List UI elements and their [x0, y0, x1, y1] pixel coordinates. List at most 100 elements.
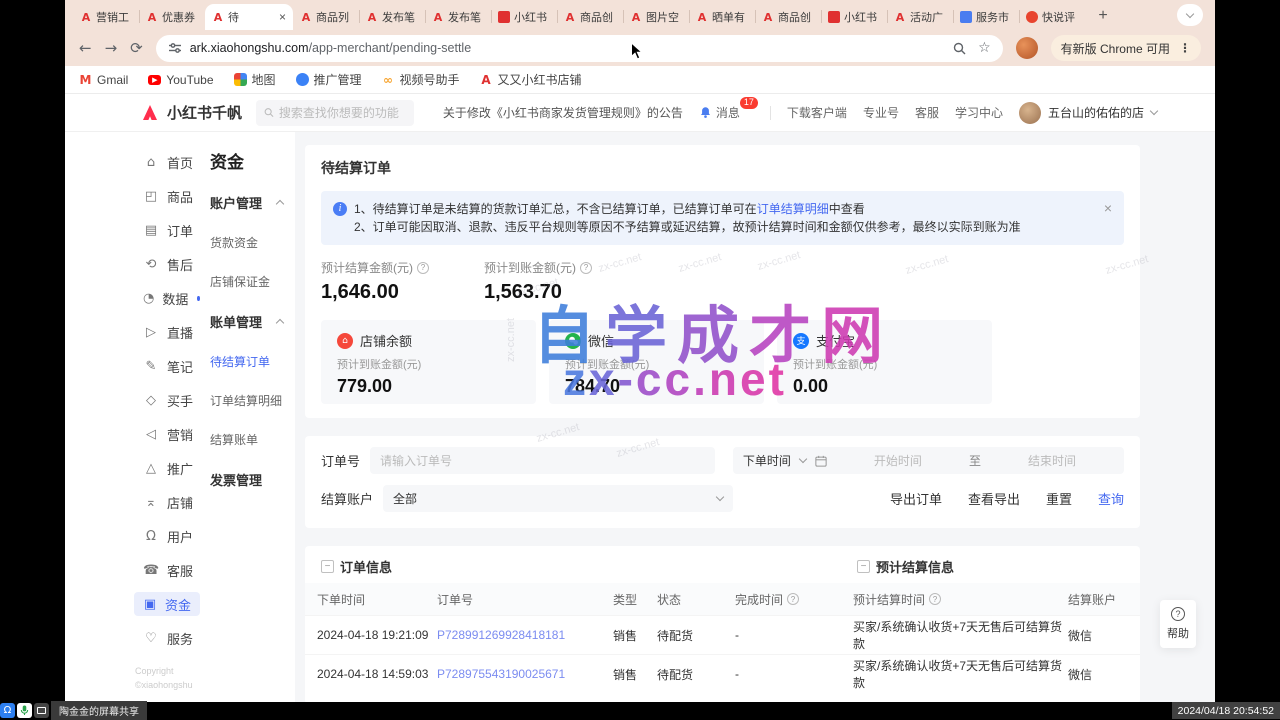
bookmark-channels[interactable]: ∞视频号助手: [382, 71, 460, 88]
sidebar-item-service[interactable]: ☎客服: [143, 558, 200, 582]
sidebar-item-marketing[interactable]: ◁营销: [143, 422, 200, 446]
settle-account-select[interactable]: 全部: [383, 485, 733, 512]
browser-tab-5[interactable]: 发布笔: [425, 4, 491, 30]
tab-label: 商品列: [316, 9, 352, 25]
url-bar[interactable]: ark.xiaohongshu.com/app-merchant/pending…: [156, 35, 1003, 62]
submenu-item-settle-detail[interactable]: 订单结算明细: [210, 392, 295, 409]
browser-tab-3[interactable]: 商品列: [293, 4, 359, 30]
sidebar-item-orders[interactable]: ▤订单: [143, 218, 200, 242]
sidebar-item-notes[interactable]: ✎笔记: [143, 354, 200, 378]
sidebar-item-goods[interactable]: ◰商品: [143, 184, 200, 208]
browser-tab-0[interactable]: 营销工: [73, 4, 139, 30]
browser-tab-11[interactable]: 小红书: [821, 4, 887, 30]
app-search-box[interactable]: [256, 100, 414, 126]
settle-detail-link[interactable]: 订单结算明细: [757, 202, 829, 216]
submenu-item-pending-settle[interactable]: 待结算订单: [210, 353, 295, 370]
table-row: 2024-04-18 19:21:09 P728991269928418181 …: [305, 615, 1140, 654]
help-circle-icon[interactable]: ?: [580, 262, 592, 274]
time-type-select[interactable]: 下单时间: [743, 452, 791, 469]
group-order-info[interactable]: −订单信息: [321, 557, 392, 576]
order-no-input[interactable]: [370, 447, 715, 474]
submenu-item-settle-bill[interactable]: 结算账单: [210, 431, 295, 448]
sidebar-item-shop[interactable]: ⌅店铺: [143, 490, 200, 514]
mic-icon[interactable]: [17, 703, 32, 718]
bookmark-youtube[interactable]: ▶YouTube: [148, 73, 213, 87]
submenu-section-invoice[interactable]: 发票管理: [210, 470, 295, 489]
reset-button[interactable]: 重置: [1046, 489, 1072, 508]
back-button[interactable]: ←: [79, 39, 92, 57]
sidebar-item-users[interactable]: Ω用户: [143, 524, 200, 548]
help-float-button[interactable]: ? 帮助: [1160, 600, 1196, 648]
browser-tab-4[interactable]: 发布笔: [359, 4, 425, 30]
messages[interactable]: 消息 17: [699, 104, 754, 121]
sidebar-item-live[interactable]: ▷直播: [143, 320, 200, 344]
order-no-link[interactable]: P728975543190025671: [437, 667, 613, 681]
bookmark-maps[interactable]: 地图: [234, 71, 276, 88]
browser-tab-10[interactable]: 商品创: [755, 4, 821, 30]
tab-close-icon[interactable]: ×: [279, 11, 286, 23]
submenu-item-goods-funds[interactable]: 货款资金: [210, 234, 295, 251]
app-search-input[interactable]: [279, 106, 406, 120]
start-time-placeholder[interactable]: 开始时间: [836, 452, 960, 469]
export-orders-button[interactable]: 导出订单: [890, 489, 942, 508]
sidebar-item-data[interactable]: ◔数据: [143, 286, 200, 310]
submenu-section-bills[interactable]: 账单管理: [210, 312, 295, 331]
date-range-picker[interactable]: 下单时间 开始时间 至 结束时间: [733, 447, 1124, 474]
help-circle-icon[interactable]: ?: [417, 262, 429, 274]
help-circle-icon[interactable]: ?: [929, 593, 941, 605]
forward-button[interactable]: →: [105, 39, 118, 57]
browser-tab-12[interactable]: 活动广: [887, 4, 953, 30]
group-settle-info[interactable]: −预计结算信息: [857, 557, 954, 576]
browser-tab-1[interactable]: 优惠券: [139, 4, 205, 30]
collapse-icon[interactable]: −: [321, 560, 334, 573]
order-no-link[interactable]: P728991269928418181: [437, 628, 613, 642]
help-circle-icon[interactable]: ?: [787, 593, 799, 605]
tune-icon[interactable]: [168, 41, 182, 55]
browser-tab-14[interactable]: 快说评: [1019, 4, 1085, 30]
ark-favicon: [212, 11, 224, 23]
browser-tab-8[interactable]: 图片空: [623, 4, 689, 30]
participant-icon[interactable]: Ω: [0, 703, 15, 718]
browser-tab-9[interactable]: 晒单有: [689, 4, 755, 30]
announcement-link[interactable]: 关于修改《小红书商家发货管理规则》的公告: [443, 104, 683, 121]
sidebar-item-services[interactable]: ♡服务: [143, 626, 200, 650]
sidebar-item-home[interactable]: ⌂首页: [143, 150, 200, 174]
bookmark-promo[interactable]: 推广管理: [296, 71, 362, 88]
browser-tab-13[interactable]: 服务市: [953, 4, 1019, 30]
chrome-menu-icon[interactable]: ⋮: [1179, 42, 1191, 54]
nav-link-learning[interactable]: 学习中心: [955, 104, 1003, 121]
search-icon[interactable]: [953, 42, 966, 55]
sidebar-item-funds[interactable]: ▣资金: [134, 592, 200, 616]
nav-link-support[interactable]: 客服: [915, 104, 939, 121]
shop-account-menu[interactable]: 五台山的佑佑的店: [1019, 102, 1157, 124]
end-time-placeholder[interactable]: 结束时间: [990, 452, 1114, 469]
submenu-item-deposit[interactable]: 店铺保证金: [210, 273, 295, 290]
browser-tab-2-active[interactable]: 待×: [205, 4, 293, 30]
bookmark-star-icon[interactable]: ☆: [978, 40, 991, 56]
tab-search-button[interactable]: [1177, 4, 1203, 26]
chrome-update-button[interactable]: 有新版 Chrome 可用 ⋮: [1051, 35, 1201, 61]
new-tab-button[interactable]: +: [1091, 4, 1115, 28]
sidebar-item-aftersale[interactable]: ⟲售后: [143, 252, 200, 276]
query-button[interactable]: 查询: [1098, 489, 1124, 508]
settle-account-label: 结算账户: [321, 489, 373, 508]
collapse-icon[interactable]: −: [857, 560, 870, 573]
filter-card: 订单号 下单时间 开始时间 至 结束时间 结算账户 全部: [305, 436, 1140, 528]
browser-tab-7[interactable]: 商品创: [557, 4, 623, 30]
qianfan-logo-icon: [140, 103, 160, 123]
sidebar-item-buyer[interactable]: ◇买手: [143, 388, 200, 412]
sidebar-item-promotion[interactable]: △推广: [143, 456, 200, 480]
brand[interactable]: 小红书千帆: [140, 102, 242, 123]
nav-link-pro-account[interactable]: 专业号: [863, 104, 899, 121]
bookmark-ark-shop[interactable]: A又又小红书店铺: [480, 71, 582, 88]
browser-tab-6[interactable]: 小红书: [491, 4, 557, 30]
reload-button[interactable]: ⟳: [130, 39, 143, 57]
bookmark-gmail[interactable]: MGmail: [79, 73, 128, 87]
screen-icon[interactable]: [34, 703, 49, 718]
chrome-profile-avatar[interactable]: [1016, 37, 1038, 59]
col-order-time: 下单时间: [317, 591, 437, 608]
submenu-section-accounts[interactable]: 账户管理: [210, 193, 295, 212]
view-export-button[interactable]: 查看导出: [968, 489, 1020, 508]
nav-link-download[interactable]: 下载客户端: [787, 104, 847, 121]
close-icon[interactable]: ×: [1104, 199, 1112, 217]
